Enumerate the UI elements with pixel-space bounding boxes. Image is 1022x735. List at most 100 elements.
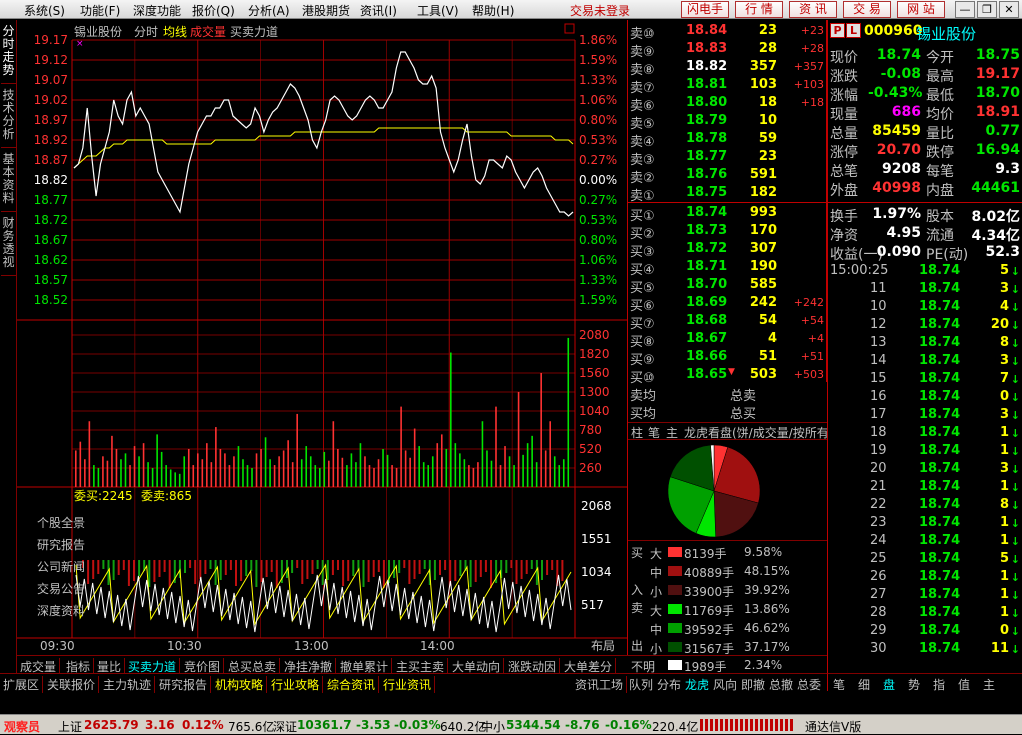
- tab-trend[interactable]: 势: [908, 676, 920, 693]
- link-company-news[interactable]: 公司新闻: [37, 558, 85, 575]
- buy-level-row[interactable]: 买① 18.74 993: [628, 204, 827, 224]
- close-icon[interactable]: ✕: [999, 1, 1019, 18]
- tab-indicator[interactable]: 指标: [63, 658, 95, 674]
- tab-technical[interactable]: 技术分析: [1, 86, 16, 148]
- sell-level-row[interactable]: 卖⑧ 18.82 357 +357: [628, 58, 827, 78]
- dragon-tiger-header: 柱 笔 主 龙虎看盘(饼/成交量/按所有: [628, 422, 829, 441]
- brand-observer[interactable]: 观察员: [4, 718, 40, 735]
- intraday-chart-svg[interactable]: 19.17 19.12 19.07 19.02 18.97 18.92 18.87 18.82…: [17, 20, 628, 655]
- tab-buy-sell-power[interactable]: 买卖力道: [125, 658, 181, 674]
- tab-active-trade[interactable]: 主买主卖: [393, 658, 449, 674]
- tab-info-factory[interactable]: 资讯工场: [572, 676, 628, 693]
- tab-general-info[interactable]: 综合资讯: [324, 676, 380, 693]
- dragon-tab-tick[interactable]: 笔: [648, 424, 660, 441]
- sell-level-row[interactable]: 卖⑤ 18.79 10: [628, 112, 827, 132]
- sell-level-row[interactable]: 卖③ 18.77 23: [628, 148, 827, 168]
- menu-system[interactable]: 系统(S): [24, 2, 65, 19]
- tab-research[interactable]: 研究报告: [156, 676, 212, 693]
- volume-bar: [84, 459, 86, 487]
- power-bar: [194, 560, 197, 584]
- sell-level-row[interactable]: 卖② 18.76 591: [628, 166, 827, 186]
- tab-instant-cancel[interactable]: 即撤: [741, 676, 765, 693]
- restore-icon[interactable]: ❐: [977, 1, 997, 18]
- volume-tick-label: 2080: [579, 328, 610, 342]
- tab-inst-strategy[interactable]: 机构攻略: [212, 676, 268, 693]
- tab-big-order[interactable]: 大单动向: [449, 658, 505, 674]
- link-stock-overview[interactable]: 个股全景: [37, 514, 85, 531]
- tab-volume-ratio[interactable]: 量比: [94, 658, 126, 674]
- tab-industry-info[interactable]: 行业资讯: [380, 676, 436, 693]
- buy-level-row[interactable]: 买② 18.73 170: [628, 222, 827, 242]
- buy-level-row[interactable]: 买③ 18.72 307: [628, 240, 827, 260]
- menu-function[interactable]: 功能(F): [80, 2, 120, 19]
- tab-move-cause[interactable]: 涨跌动因: [505, 658, 561, 674]
- menu-analysis[interactable]: 分析(A): [248, 2, 290, 19]
- tab-cancel-accum[interactable]: 撤单累计: [337, 658, 393, 674]
- tick-down-arrow-icon: ↓: [1010, 355, 1020, 368]
- tab-volume[interactable]: 成交量: [17, 658, 61, 674]
- sell-level-row[interactable]: 卖⑩ 18.84 23 +23: [628, 22, 827, 42]
- menu-tools[interactable]: 工具(V): [417, 2, 459, 19]
- tab-index[interactable]: 指: [933, 676, 945, 693]
- tab-main-force[interactable]: 主: [983, 676, 995, 693]
- buy-level-row[interactable]: 买⑧ 18.67 4 +4: [628, 330, 827, 350]
- tab-related-quote[interactable]: 关联报价: [44, 676, 100, 693]
- tab-total-buy-sell[interactable]: 总买总卖: [225, 658, 281, 674]
- sell-level-row[interactable]: 卖④ 18.78 59: [628, 130, 827, 150]
- tab-dragon[interactable]: 龙虎: [685, 676, 709, 693]
- l-box-icon[interactable]: L: [846, 23, 861, 38]
- trade-button[interactable]: 交 易: [843, 1, 891, 18]
- website-button[interactable]: 网 站: [897, 1, 945, 18]
- tab-depth-active[interactable]: 盘: [883, 676, 895, 693]
- tick-list[interactable]: 15:00:25 18.74 5 ↓ 11 18.74 3 ↓ 10 18.74 4 ↓ 12 18.74…: [827, 262, 1022, 673]
- link-research[interactable]: 研究报告: [37, 536, 85, 553]
- dragon-tab-main[interactable]: 主: [666, 424, 678, 441]
- dragon-tab-bar[interactable]: 柱: [631, 424, 643, 441]
- info-button[interactable]: 资 讯: [789, 1, 837, 18]
- sell-level-row[interactable]: 卖⑦ 18.81 103 +103: [628, 76, 827, 96]
- buy-level-row[interactable]: 买⑤ 18.70 585: [628, 276, 827, 296]
- flash-trade-button[interactable]: 闪电手: [681, 1, 729, 18]
- buy-level-row[interactable]: 买④ 18.71 190: [628, 258, 827, 278]
- sell-level-row[interactable]: 卖⑥ 18.80 18 +18: [628, 94, 827, 114]
- tab-queue[interactable]: 队列: [629, 676, 653, 693]
- expand-box-icon[interactable]: [564, 23, 575, 34]
- tab-big-diff[interactable]: 大单差分: [561, 658, 617, 674]
- tick-time: 30: [870, 641, 887, 656]
- buy-level-row[interactable]: 买⑨ 18.66 51 +51: [628, 348, 827, 368]
- tab-fundamentals[interactable]: 基本资料: [1, 150, 16, 212]
- tab-extension[interactable]: 扩展区: [0, 676, 44, 693]
- menu-hk-futures[interactable]: 港股期货: [302, 2, 350, 19]
- menu-quote[interactable]: 报价(Q): [192, 2, 235, 19]
- menu-info[interactable]: 资讯(I): [360, 2, 397, 19]
- tab-industry-strategy[interactable]: 行业攻略: [268, 676, 324, 693]
- tick-time: 19: [870, 443, 887, 458]
- tab-intraday[interactable]: 分时走势: [1, 22, 16, 84]
- tab-main-track[interactable]: 主力轨迹: [100, 676, 156, 693]
- quote-button[interactable]: 行 情: [735, 1, 783, 18]
- intraday-chart-panel[interactable]: 19.17 19.12 19.07 19.02 18.97 18.92 18.87 18.82…: [17, 20, 628, 655]
- trade-login-status[interactable]: 交易未登录: [570, 2, 630, 19]
- buy-level-row[interactable]: 买⑥ 18.69 242 +242: [628, 294, 827, 314]
- link-deep-data[interactable]: 深度资料: [37, 602, 85, 619]
- minimize-icon[interactable]: —: [955, 1, 975, 18]
- tab-net-order[interactable]: 净挂净撤: [281, 658, 337, 674]
- tab-wind[interactable]: 风向: [713, 676, 737, 693]
- tab-tick[interactable]: 笔: [833, 676, 845, 693]
- layout-button[interactable]: 布局: [591, 639, 615, 653]
- link-announcements[interactable]: 交易公告: [37, 580, 85, 597]
- tab-auction[interactable]: 竞价图: [181, 658, 225, 674]
- menu-deep-function[interactable]: 深度功能: [133, 2, 181, 19]
- buy-level-row[interactable]: 买⑦ 18.68 54 +54: [628, 312, 827, 332]
- tab-financials[interactable]: 财务透视: [1, 214, 16, 276]
- tab-distribution[interactable]: 分布: [657, 676, 681, 693]
- tab-total-cancel[interactable]: 总撤: [769, 676, 793, 693]
- p-box-icon[interactable]: P: [830, 23, 845, 38]
- sell-level-row[interactable]: 卖① 18.75 182: [628, 184, 827, 204]
- dragon-title[interactable]: 龙虎看盘(饼/成交量/按所有: [684, 424, 829, 441]
- tab-value[interactable]: 值: [958, 676, 970, 693]
- tab-detail[interactable]: 细: [858, 676, 870, 693]
- tab-total-order[interactable]: 总委: [797, 676, 821, 693]
- menu-help[interactable]: 帮助(H): [472, 2, 514, 19]
- sell-level-row[interactable]: 卖⑨ 18.83 28 +28: [628, 40, 827, 60]
